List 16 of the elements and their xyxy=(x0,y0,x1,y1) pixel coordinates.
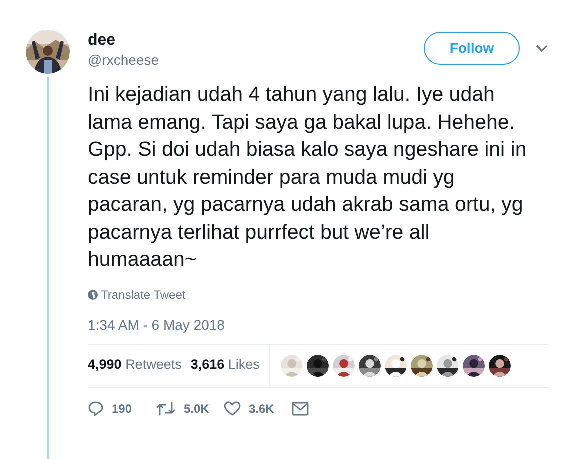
stat-count[interactable]: 4,990 Retweets xyxy=(88,355,182,376)
action-count: 3.6K xyxy=(249,400,274,418)
author-name[interactable]: dee xyxy=(88,31,424,51)
envelope-icon[interactable] xyxy=(292,402,309,416)
chevron-down-icon[interactable] xyxy=(536,45,548,53)
retweet-icon[interactable] xyxy=(156,400,176,416)
reply-icon[interactable] xyxy=(88,400,104,416)
tweet-text: Ini kejadian udah 4 tahun yang lalu. Iye udah lama emang. Tapi saya ga bakal lupa. Hehehe. Gpp. Si doi udah biasa kalo saya ngeshare ini in case untuk reminder para muda mudi yg pacaran, yg pacarnya udah akrab sama ortu, yg pacarnya terlihat purrfect but we’re all humaaaan~ xyxy=(88,82,528,273)
globe-icon xyxy=(88,290,98,300)
action-count: 190 xyxy=(112,400,132,418)
translate-link[interactable]: Translate Tweet xyxy=(101,286,186,304)
timestamp: 1:34 AM - 6 May 2018 xyxy=(88,316,226,334)
author-handle[interactable]: @rxcheese xyxy=(88,51,424,69)
action-count: 5.0K xyxy=(184,400,210,418)
heart-icon[interactable] xyxy=(224,400,241,416)
stat-count[interactable]: 3,616 Likes xyxy=(190,355,260,376)
